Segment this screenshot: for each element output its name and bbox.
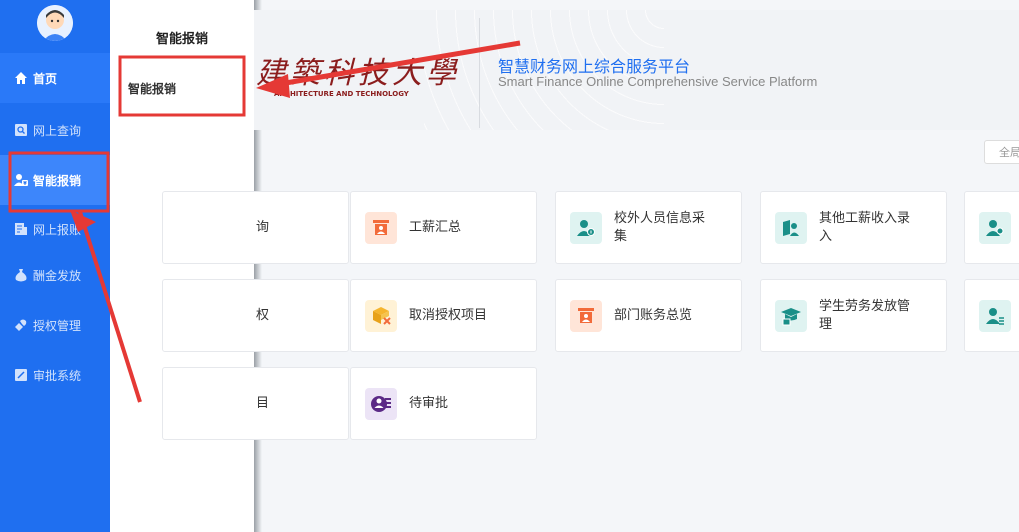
sidebar-item-approval[interactable]: 审批系统	[0, 350, 110, 400]
home-icon	[14, 71, 28, 85]
money-bag-icon	[14, 268, 28, 282]
card-authorize[interactable]: 权	[162, 279, 349, 352]
card-student-labor[interactable]: 学生劳务发放管理	[760, 279, 947, 352]
cancel-authorize-icon	[365, 299, 397, 332]
sidebar: 首页 网上查询 ¥ 智能报销 网上报账 酬金发放 授权管理 审批系统	[0, 0, 110, 532]
sidebar-item-reimburse[interactable]: ¥ 智能报销	[0, 155, 110, 205]
card-label: 目	[256, 395, 270, 411]
student-labor-icon	[775, 299, 807, 332]
header-divider	[479, 18, 480, 128]
submenu-title: 智能报销	[155, 32, 208, 47]
university-logo-script: 建築科技大學	[256, 56, 460, 91]
authorize-icon	[14, 318, 28, 332]
pending-approval-icon	[365, 387, 397, 420]
card-external-person[interactable]: 校外人员信息采集	[555, 191, 742, 264]
approval-icon	[14, 368, 28, 382]
user-list-icon	[979, 299, 1011, 332]
svg-text:¥: ¥	[23, 181, 27, 187]
card-label: 询	[256, 219, 270, 235]
card-label: 其他工薪收入录入	[819, 210, 911, 244]
card-label: 待审批	[409, 395, 449, 411]
submenu-item-reimburse[interactable]: 智能报销	[120, 70, 240, 106]
sidebar-item-report[interactable]: 网上报账	[0, 204, 110, 254]
sidebar-item-authorize[interactable]: 授权管理	[0, 300, 110, 350]
card-label: 工薪汇总	[409, 219, 462, 235]
card-user-list[interactable]	[964, 279, 1019, 352]
sidebar-item-label: 首页	[33, 71, 58, 86]
card-project[interactable]: 目	[162, 367, 349, 440]
reimburse-icon: ¥	[14, 173, 28, 187]
sidebar-item-label: 审批系统	[33, 368, 82, 383]
card-user-add[interactable]	[964, 191, 1019, 264]
card-department-account[interactable]: 部门账务总览	[555, 279, 742, 352]
university-logo-en: ARCHITECTURE AND TECHNOLOGY	[274, 90, 409, 98]
department-account-icon	[570, 299, 602, 332]
salary-summary-icon	[365, 211, 397, 244]
card-label: 部门账务总览	[614, 307, 693, 323]
other-income-icon	[775, 211, 807, 244]
sidebar-item-label: 网上查询	[33, 123, 82, 138]
card-pending-approval[interactable]: 待审批	[350, 367, 537, 440]
user-add-icon	[979, 211, 1011, 244]
sidebar-item-home[interactable]: 首页	[0, 53, 110, 103]
sidebar-item-label: 授权管理	[33, 318, 82, 333]
card-salary-summary[interactable]: 工薪汇总	[350, 191, 537, 264]
card-other-income[interactable]: 其他工薪收入录入	[760, 191, 947, 264]
card-query[interactable]: 询	[162, 191, 349, 264]
card-label: 取消授权项目	[409, 307, 488, 323]
fullscreen-button[interactable]: 全局	[984, 140, 1019, 164]
card-label: 学生劳务发放管理	[819, 298, 911, 332]
card-label: 权	[256, 307, 270, 323]
header-banner: 建築科技大學 ARCHITECTURE AND TECHNOLOGY 智慧财务网…	[254, 10, 1019, 130]
query-icon	[14, 123, 28, 137]
sidebar-item-query[interactable]: 网上查询	[0, 105, 110, 155]
report-icon	[14, 222, 28, 236]
sidebar-item-label: 网上报账	[33, 222, 82, 237]
sidebar-item-label: 智能报销	[33, 173, 82, 188]
card-label: 校外人员信息采集	[614, 210, 706, 244]
avatar[interactable]	[37, 5, 73, 41]
sidebar-item-label: 酬金发放	[33, 268, 82, 283]
external-person-icon	[570, 211, 602, 244]
platform-title-en: Smart Finance Online Comprehensive Servi…	[498, 74, 818, 89]
sidebar-item-remuneration[interactable]: 酬金发放	[0, 250, 110, 300]
card-cancel-authorize[interactable]: 取消授权项目	[350, 279, 537, 352]
submenu-panel: 智能报销 智能报销	[110, 0, 254, 532]
